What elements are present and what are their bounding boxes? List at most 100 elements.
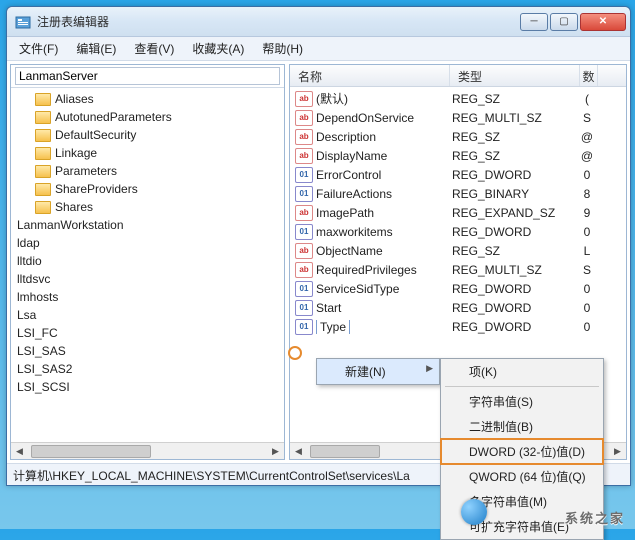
value-name: Start [316,301,452,315]
list-row[interactable]: maxworkitemsREG_DWORD0 [290,222,626,241]
binary-value-icon [295,167,313,183]
binary-value-icon [295,300,313,316]
tree-item[interactable]: DefaultSecurity [17,126,284,144]
menu-fav[interactable]: 收藏夹(A) [184,38,252,59]
folder-icon [35,201,51,214]
value-type: REG_BINARY [452,187,580,201]
value-name: (默认) [316,90,452,107]
scroll-thumb[interactable] [310,445,380,458]
tree-item[interactable]: Parameters [17,162,284,180]
tree-item[interactable]: lmhosts [17,288,284,306]
scroll-left-icon[interactable]: ◀ [290,443,307,460]
value-data: 0 [580,301,594,315]
value-data: 0 [580,282,594,296]
list-row[interactable]: ImagePathREG_EXPAND_SZ9 [290,203,626,222]
string-value-icon [295,91,313,107]
window-controls: ─ ▢ ✕ [520,13,626,31]
menu-item-key[interactable]: 项(K) [441,359,603,384]
menu-item-string[interactable]: 字符串值(S) [441,389,603,414]
tree-body[interactable]: AliasesAutotunedParametersDefaultSecurit… [11,88,284,442]
col-type[interactable]: 类型 [450,65,580,86]
list-row[interactable]: StartREG_DWORD0 [290,298,626,317]
value-name: Description [316,130,452,144]
tree-hscroll[interactable]: ◀ ▶ [11,442,284,459]
tree-search-input[interactable] [15,67,280,85]
list-row[interactable]: RequiredPrivilegesREG_MULTI_SZS [290,260,626,279]
menubar: 文件(F) 编辑(E) 查看(V) 收藏夹(A) 帮助(H) [7,37,630,61]
tree-item-label: lmhosts [17,290,58,304]
tree-item-label: ShareProviders [55,182,138,196]
tree-item-label: lltdsvc [17,272,50,286]
value-name: maxworkitems [316,225,452,239]
close-button[interactable]: ✕ [580,13,626,31]
tree-item[interactable]: LanmanWorkstation [17,216,284,234]
col-name[interactable]: 名称 [290,65,450,86]
menu-item-qword[interactable]: QWORD (64 位)值(Q) [441,464,603,489]
tree-item[interactable]: ldap [17,234,284,252]
list-row[interactable]: ServiceSidTypeREG_DWORD0 [290,279,626,298]
col-data[interactable]: 数 [580,65,598,86]
list-row[interactable]: DisplayNameREG_SZ@ [290,146,626,165]
tree-item[interactable]: lltdsvc [17,270,284,288]
tree-search [11,65,284,88]
value-type: REG_DWORD [452,282,580,296]
tree-item-label: lltdio [17,254,42,268]
list-row[interactable]: TypeREG_DWORD0 [290,317,626,336]
tree-item[interactable]: LSI_SAS [17,342,284,360]
window-title: 注册表编辑器 [37,13,520,30]
titlebar[interactable]: 注册表编辑器 ─ ▢ ✕ [7,7,630,37]
tree-item-label: Shares [55,200,93,214]
scroll-right-icon[interactable]: ▶ [267,443,284,460]
list-row[interactable]: ErrorControlREG_DWORD0 [290,165,626,184]
value-name: Type [316,320,452,334]
value-data: 0 [580,320,594,334]
scroll-right-icon[interactable]: ▶ [609,443,626,460]
tree-item[interactable]: lltdio [17,252,284,270]
binary-value-icon [295,186,313,202]
binary-value-icon [295,319,313,335]
tree-item[interactable]: LSI_FC [17,324,284,342]
folder-icon [35,183,51,196]
value-type: REG_SZ [452,244,580,258]
tree-item[interactable]: Linkage [17,144,284,162]
menu-item-new[interactable]: 新建(N) [317,359,439,384]
menu-file[interactable]: 文件(F) [11,38,66,59]
folder-icon [35,93,51,106]
menu-help[interactable]: 帮助(H) [254,38,311,59]
scroll-left-icon[interactable]: ◀ [11,443,28,460]
menu-separator [445,386,599,387]
value-type: REG_DWORD [452,168,580,182]
value-type: REG_EXPAND_SZ [452,206,580,220]
folder-icon [35,111,51,124]
tree-item-label: Lsa [17,308,36,322]
tree-item[interactable]: AutotunedParameters [17,108,284,126]
minimize-button[interactable]: ─ [520,13,548,31]
string-value-icon [295,243,313,259]
list-row[interactable]: DescriptionREG_SZ@ [290,127,626,146]
value-name: ObjectName [316,244,452,258]
list-row[interactable]: (默认)REG_SZ( [290,89,626,108]
scroll-thumb[interactable] [31,445,151,458]
menu-view[interactable]: 查看(V) [126,38,182,59]
tree-item[interactable]: LSI_SCSI [17,378,284,396]
tree-item[interactable]: Aliases [17,90,284,108]
tree-pane: AliasesAutotunedParametersDefaultSecurit… [10,64,285,460]
value-type: REG_SZ [452,149,580,163]
menu-item-binary[interactable]: 二进制值(B) [441,414,603,439]
value-data: S [580,111,594,125]
value-data: L [580,244,594,258]
menu-item-dword[interactable]: DWORD (32-位)值(D) [441,439,603,464]
list-row[interactable]: ObjectNameREG_SZL [290,241,626,260]
tree-item[interactable]: Lsa [17,306,284,324]
tree-item[interactable]: LSI_SAS2 [17,360,284,378]
list-row[interactable]: DependOnServiceREG_MULTI_SZS [290,108,626,127]
value-name: ServiceSidType [316,282,452,296]
string-value-icon [295,262,313,278]
tree-item[interactable]: Shares [17,198,284,216]
maximize-button[interactable]: ▢ [550,13,578,31]
list-row[interactable]: FailureActionsREG_BINARY8 [290,184,626,203]
menu-edit[interactable]: 编辑(E) [68,38,124,59]
rename-input[interactable]: Type [316,320,350,334]
folder-icon [35,129,51,142]
tree-item[interactable]: ShareProviders [17,180,284,198]
